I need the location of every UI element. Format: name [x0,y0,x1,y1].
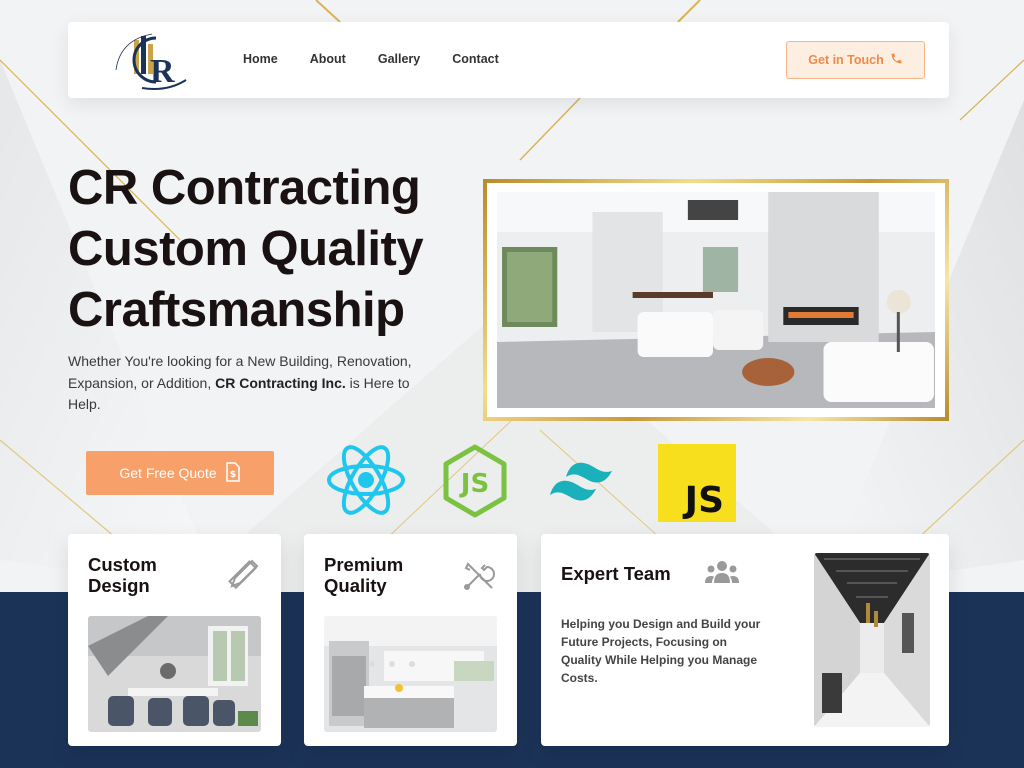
svg-text:R: R [150,53,175,90]
card-title-line-2: Design [88,575,150,596]
hero-description: Whether You're looking for a New Buildin… [68,351,438,416]
nav-link-contact[interactable]: Contact [452,52,499,66]
get-in-touch-label: Get in Touch [808,53,884,67]
living-room-photo [497,192,935,408]
hero-title: CR Contracting Custom Quality Craftsmans… [68,158,488,341]
react-logo [326,443,406,522]
tools-icon [462,558,496,597]
hero-image-frame [483,179,949,421]
nav-link-about[interactable]: About [310,52,346,66]
nav-link-home[interactable]: Home [243,52,278,66]
svg-text:$: $ [230,470,236,480]
nav-link-gallery[interactable]: Gallery [378,52,420,66]
phone-icon [890,52,903,68]
hero-description-company: CR Contracting Inc. [215,374,346,391]
navbar: R Home About Gallery Contact Get in Touc… [68,22,949,98]
card-expert-team[interactable]: Expert Team Helping you Design and Build… [541,534,949,746]
tailwind-logo [546,458,624,511]
hero-image-matte [487,183,945,417]
users-icon [704,559,740,592]
get-free-quote-label: Get Free Quote [119,465,217,481]
card-title-line-1: Custom [88,554,157,575]
nodejs-logo-text: JS [459,469,489,499]
company-logo[interactable]: R [112,30,188,92]
get-free-quote-button[interactable]: Get Free Quote $ [86,451,274,495]
javascript-logo-text: JS [682,480,724,521]
dining-room-photo [88,616,261,732]
nav-links: Home About Gallery Contact [243,52,499,66]
card-title: Custom Design [88,554,157,596]
card-premium-quality[interactable]: Premium Quality [304,534,517,746]
cr-logo-graphic: R [115,33,187,90]
nodejs-logo: JS [442,444,508,523]
hallway-photo [814,553,930,727]
invoice-dollar-icon: $ [225,461,241,485]
pencil-ruler-icon [226,558,260,597]
card-title-line-2: Quality [324,575,387,596]
hero-title-line-3: Craftsmanship [68,283,405,337]
card-custom-design[interactable]: Custom Design [68,534,281,746]
card-title: Expert Team [561,563,671,584]
hero-title-line-1: CR Contracting [68,161,421,215]
card-title-line-1: Premium [324,554,404,575]
card-description: Helping you Design and Build your Future… [561,617,761,685]
javascript-logo: JS [658,444,736,522]
card-title: Premium Quality [324,554,403,596]
kitchen-photo [324,616,497,732]
get-in-touch-button[interactable]: Get in Touch [786,41,925,79]
hero-title-line-2: Custom Quality [68,222,424,276]
